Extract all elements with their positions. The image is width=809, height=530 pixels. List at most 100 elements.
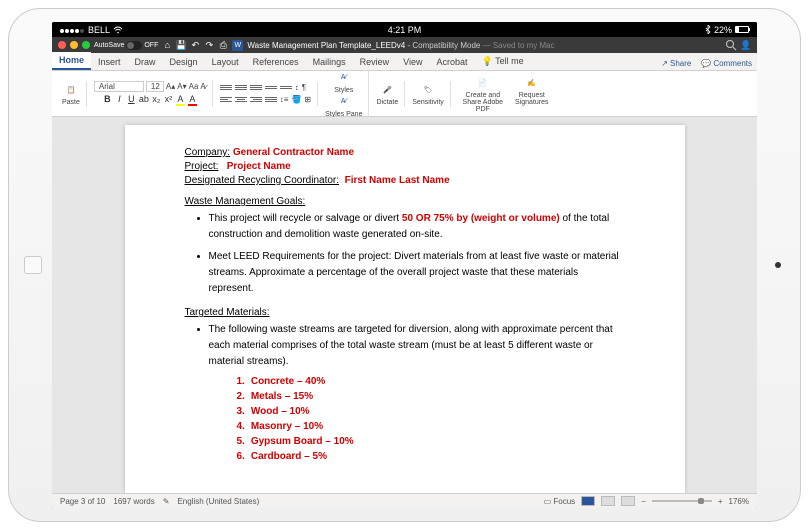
user-icon[interactable]: 👤 xyxy=(741,40,751,50)
strikethrough-button[interactable]: ab xyxy=(139,94,149,106)
spellcheck-icon[interactable]: ✎ xyxy=(163,497,170,506)
targeted-intro: The following waste streams are targeted… xyxy=(209,322,625,370)
subscript-button[interactable]: x₂ xyxy=(152,94,161,106)
italic-button[interactable]: I xyxy=(115,94,124,106)
goals-heading: Waste Management Goals: xyxy=(185,196,625,207)
zoom-in-button[interactable]: + xyxy=(718,497,723,506)
material-item: 4.Masonry – 10% xyxy=(237,421,625,432)
battery-icon xyxy=(735,26,749,33)
line-spacing-button[interactable]: ↕≡ xyxy=(280,95,289,105)
maximize-window-button[interactable] xyxy=(82,41,90,49)
document-page[interactable]: Company: General Contractor Name Project… xyxy=(125,125,685,493)
tab-design[interactable]: Design xyxy=(163,54,205,70)
focus-mode-button[interactable]: ▭ Focus xyxy=(544,497,576,506)
multilevel-button[interactable] xyxy=(250,83,262,93)
create-pdf-button[interactable]: 📄Create and Share Adobe PDF xyxy=(458,75,508,113)
sensitivity-button[interactable]: 🏷Sensitivity xyxy=(412,82,444,106)
zoom-slider[interactable] xyxy=(652,500,712,502)
material-item: 2.Metals – 15% xyxy=(237,391,625,402)
tab-draw[interactable]: Draw xyxy=(128,54,163,70)
bluetooth-icon xyxy=(705,25,711,34)
decrease-font-icon[interactable]: A▾ xyxy=(177,82,186,91)
align-left-button[interactable] xyxy=(220,95,232,105)
materials-list: 1.Concrete – 40% 2.Metals – 15% 3.Wood –… xyxy=(237,376,625,462)
print-icon[interactable]: ⎙ xyxy=(218,40,228,50)
tab-home[interactable]: Home xyxy=(52,52,91,70)
ribbon-tabs: Home Insert Draw Design Layout Reference… xyxy=(52,53,757,71)
dictate-button[interactable]: 🎤Dictate xyxy=(376,82,398,106)
zoom-out-button[interactable]: − xyxy=(641,497,646,506)
web-layout-view[interactable] xyxy=(601,496,615,506)
targeted-heading: Targeted Materials: xyxy=(185,307,625,318)
company-label: Company: xyxy=(185,147,231,158)
font-size-select[interactable]: 12 xyxy=(146,81,164,92)
device-statusbar: BELL 4:21 PM 22% xyxy=(52,22,757,37)
carrier-label: BELL xyxy=(88,25,110,35)
close-window-button[interactable] xyxy=(58,41,66,49)
request-signatures-button[interactable]: ✍Request Signatures xyxy=(512,75,552,113)
tab-references[interactable]: References xyxy=(246,54,306,70)
language-indicator[interactable]: English (United States) xyxy=(177,497,259,506)
underline-button[interactable]: U xyxy=(127,94,136,106)
styles-button[interactable]: A⁄Styles xyxy=(334,70,353,94)
align-right-button[interactable] xyxy=(250,95,262,105)
show-marks-button[interactable]: ¶ xyxy=(302,83,306,93)
material-item: 3.Wood – 10% xyxy=(237,406,625,417)
material-item: 1.Concrete – 40% xyxy=(237,376,625,387)
project-label: Project: xyxy=(185,161,219,172)
comments-button[interactable]: 💬 Comments xyxy=(696,57,757,70)
styles-pane-button[interactable]: A⁄Styles Pane xyxy=(325,94,362,118)
font-name-select[interactable]: Arial xyxy=(94,81,144,92)
print-layout-view[interactable] xyxy=(581,496,595,506)
borders-button[interactable]: ⊞ xyxy=(304,95,311,105)
material-item: 6.Cardboard – 5% xyxy=(237,451,625,462)
highlight-button[interactable]: A xyxy=(176,94,185,106)
page-indicator[interactable]: Page 3 of 10 xyxy=(60,497,105,506)
tell-me[interactable]: 💡 Tell me xyxy=(475,53,531,70)
tab-view[interactable]: View xyxy=(396,54,429,70)
clear-format-icon[interactable]: A̷ xyxy=(200,82,205,91)
company-value: General Contractor Name xyxy=(233,147,354,158)
goal-item: This project will recycle or salvage or … xyxy=(209,211,625,243)
tab-insert[interactable]: Insert xyxy=(91,54,128,70)
align-center-button[interactable] xyxy=(235,95,247,105)
paste-button[interactable]: 📋 Paste xyxy=(62,82,80,106)
superscript-button[interactable]: x² xyxy=(164,94,173,106)
tab-layout[interactable]: Layout xyxy=(205,54,246,70)
word-app-icon: W xyxy=(232,40,243,51)
search-icon[interactable] xyxy=(725,39,737,51)
goal-item: Meet LEED Requirements for the project: … xyxy=(209,249,625,297)
autosave-toggle[interactable]: AutoSave OFF xyxy=(94,41,158,50)
save-icon[interactable]: 💾 xyxy=(176,40,186,50)
sort-button[interactable]: ↕ xyxy=(295,83,299,93)
decrease-indent-button[interactable] xyxy=(265,83,277,93)
redo-icon[interactable]: ↷ xyxy=(204,40,214,50)
word-count[interactable]: 1697 words xyxy=(113,497,154,506)
minimize-window-button[interactable] xyxy=(70,41,78,49)
increase-font-icon[interactable]: A▴ xyxy=(166,82,175,91)
ribbon: 📋 Paste Arial 12 A▴ A▾ Aa A̷ B I U ab x₂… xyxy=(52,71,757,117)
bold-button[interactable]: B xyxy=(103,94,112,106)
paragraph-group: ↕ ¶ ↕≡ 🪣 ⊞ xyxy=(216,82,318,106)
undo-icon[interactable]: ↶ xyxy=(190,40,200,50)
shading-button[interactable]: 🪣 xyxy=(291,95,301,105)
zoom-level[interactable]: 176% xyxy=(729,497,749,506)
share-button[interactable]: ↗ Share xyxy=(656,57,696,70)
tablet-camera xyxy=(775,262,781,268)
window-titlebar: AutoSave OFF ⌂ 💾 ↶ ↷ ⎙ W Waste Managemen… xyxy=(52,37,757,53)
project-value: Project Name xyxy=(227,161,291,172)
word-statusbar: Page 3 of 10 1697 words ✎ English (Unite… xyxy=(52,493,757,508)
increase-indent-button[interactable] xyxy=(280,83,292,93)
font-color-button[interactable]: A xyxy=(188,94,197,106)
document-canvas[interactable]: Company: General Contractor Name Project… xyxy=(52,117,757,508)
numbering-button[interactable] xyxy=(235,83,247,93)
justify-button[interactable] xyxy=(265,95,277,105)
outline-view[interactable] xyxy=(621,496,635,506)
home-icon[interactable]: ⌂ xyxy=(162,40,172,50)
change-case-icon[interactable]: Aa xyxy=(189,82,199,91)
coordinator-value: First Name Last Name xyxy=(345,175,450,186)
tab-acrobat[interactable]: Acrobat xyxy=(430,54,475,70)
document-title: Waste Management Plan Template_LEEDv4 - … xyxy=(247,41,721,50)
tablet-home-button[interactable] xyxy=(24,256,42,274)
bullets-button[interactable] xyxy=(220,83,232,93)
